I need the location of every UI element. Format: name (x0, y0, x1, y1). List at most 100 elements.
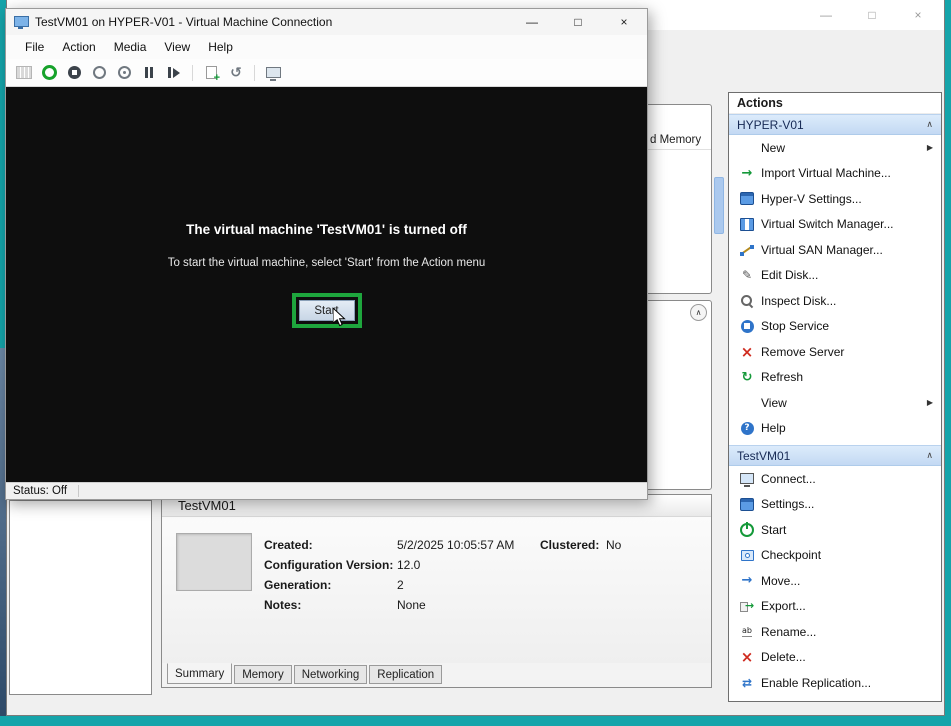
shut-down-icon[interactable] (87, 62, 111, 84)
menu-item-file[interactable]: File (16, 37, 53, 57)
maximize-icon[interactable]: □ (555, 9, 601, 35)
toolbar-separator (254, 65, 255, 81)
action-item-label: Connect... (761, 472, 816, 486)
action-item-import-virtual-machine[interactable]: Import Virtual Machine... (729, 161, 941, 187)
turn-off-icon[interactable] (62, 62, 86, 84)
window-title: TestVM01 on HYPER-V01 - Virtual Machine … (35, 15, 332, 29)
enhanced-session-icon[interactable] (261, 62, 285, 84)
close-icon[interactable]: × (895, 0, 941, 30)
action-item-hyper-v-settings[interactable]: Hyper-V Settings... (729, 186, 941, 212)
vm-details-pane: TestVM01 Created:5/2/2025 10:05:57 AMCon… (161, 494, 712, 688)
action-group-header-testvm01[interactable]: TestVM01∧ (729, 445, 941, 466)
maximize-icon[interactable]: □ (849, 0, 895, 30)
action-item-remove-server[interactable]: Remove Server (729, 339, 941, 365)
action-item-settings[interactable]: Settings... (729, 492, 941, 518)
action-item-edit-disk[interactable]: Edit Disk... (729, 263, 941, 289)
action-item-view[interactable]: View▶ (729, 390, 941, 416)
save-icon[interactable] (112, 62, 136, 84)
action-item-help[interactable]: Help (729, 416, 941, 442)
vmc-status-bar: Status: Off (6, 482, 647, 499)
action-item-move[interactable]: Move... (729, 568, 941, 594)
action-item-label: Delete... (761, 650, 806, 664)
detail-field: Notes:None (264, 595, 514, 615)
action-item-label: Import Virtual Machine... (761, 166, 891, 180)
export-icon (739, 598, 755, 614)
import-vm-icon (739, 165, 755, 181)
vm-off-message: The virtual machine 'TestVM01' is turned… (6, 222, 647, 237)
submenu-arrow-icon: ▶ (927, 143, 933, 152)
action-item-start[interactable]: Start (729, 517, 941, 543)
enable-replication-icon (739, 675, 755, 691)
pause-icon[interactable] (137, 62, 161, 84)
action-group-header-hyper-v01[interactable]: HYPER-V01∧ (729, 114, 941, 135)
vmconnect-app-icon (14, 16, 29, 29)
vm-start-button[interactable]: Start (299, 300, 355, 321)
revert-icon[interactable] (224, 62, 248, 84)
action-item-enable-replication[interactable]: Enable Replication... (729, 670, 941, 696)
chevron-up-icon: ∧ (926, 119, 933, 130)
virtual-san-icon (739, 242, 755, 258)
field-value: 12.0 (397, 558, 420, 572)
ctrl-alt-del-icon[interactable] (12, 62, 36, 84)
tab-networking[interactable]: Networking (294, 665, 368, 684)
group-title: TestVM01 (737, 449, 790, 463)
scrollbar-thumb[interactable] (714, 177, 724, 234)
tab-summary[interactable]: Summary (167, 663, 232, 684)
actions-groups: HYPER-V01∧ New ▶ Import Virtual Machine... H… (729, 114, 941, 702)
action-item-label: Move... (761, 574, 800, 588)
edit-disk-icon (739, 267, 755, 283)
action-item-label: New (761, 141, 785, 155)
action-item-label: Rename... (761, 625, 816, 639)
action-item-label: Virtual Switch Manager... (761, 217, 894, 231)
field-label: Notes: (264, 598, 397, 612)
submenu-arrow-icon: ▶ (927, 398, 933, 407)
minimize-icon[interactable]: — (509, 9, 555, 35)
menu-item-media[interactable]: Media (105, 37, 156, 57)
vmc-menubar: FileActionMediaViewHelp (6, 35, 647, 59)
menu-item-help[interactable]: Help (199, 37, 242, 57)
reset-icon[interactable] (162, 62, 186, 84)
action-item-label: Stop Service (761, 319, 829, 333)
toolbar-separator (192, 65, 193, 81)
stop-service-icon (739, 318, 755, 334)
action-item-label: Help (761, 421, 786, 435)
action-item-label: Export... (761, 599, 806, 613)
status-text: Status: Off (6, 485, 67, 497)
action-item-delete[interactable]: Delete... (729, 645, 941, 671)
action-item-stop-service[interactable]: Stop Service (729, 314, 941, 340)
close-icon[interactable]: × (601, 9, 647, 35)
action-item-label: Remove Server (761, 345, 844, 359)
menu-item-view[interactable]: View (155, 37, 199, 57)
tab-memory[interactable]: Memory (234, 665, 292, 684)
field-label: Clustered: (540, 538, 606, 552)
action-item-new[interactable]: New ▶ (729, 135, 941, 161)
menu-item-action[interactable]: Action (53, 37, 104, 57)
action-item-virtual-san-manager[interactable]: Virtual SAN Manager... (729, 237, 941, 263)
minimize-icon[interactable]: — (803, 0, 849, 30)
field-value: 5/2/2025 10:05:57 AM (397, 538, 514, 552)
action-item-virtual-switch-manager[interactable]: Virtual Switch Manager... (729, 212, 941, 238)
details-fields: Created:5/2/2025 10:05:57 AMConfiguratio… (264, 535, 514, 615)
field-label: Created: (264, 538, 397, 552)
actions-panel: Actions HYPER-V01∧New▶Import Virtual Mac… (728, 92, 942, 702)
collapse-pane-button[interactable]: ∧ (690, 304, 707, 321)
action-item-refresh[interactable]: Refresh (729, 365, 941, 391)
vmc-window-controls: — □ × (509, 9, 647, 35)
start-icon[interactable] (37, 62, 61, 84)
action-item-rename[interactable]: Rename... (729, 619, 941, 645)
status-divider (78, 485, 79, 497)
details-tabs: SummaryMemoryNetworkingReplication (167, 665, 444, 684)
tab-replication[interactable]: Replication (369, 665, 442, 684)
details-body: Created:5/2/2025 10:05:57 AMConfiguratio… (162, 517, 711, 663)
action-item-help[interactable]: Help (729, 696, 941, 703)
action-item-checkpoint[interactable]: Checkpoint (729, 543, 941, 569)
checkpoint-icon[interactable] (199, 62, 223, 84)
field-value: 2 (397, 578, 404, 592)
action-item-inspect-disk[interactable]: Inspect Disk... (729, 288, 941, 314)
action-item-export[interactable]: Export... (729, 594, 941, 620)
vm-thumbnail[interactable] (176, 533, 252, 591)
move-icon (739, 573, 755, 589)
vm-off-hint: To start the virtual machine, select 'St… (6, 257, 647, 269)
action-item-connect[interactable]: Connect... (729, 466, 941, 492)
delete-icon (739, 649, 755, 665)
